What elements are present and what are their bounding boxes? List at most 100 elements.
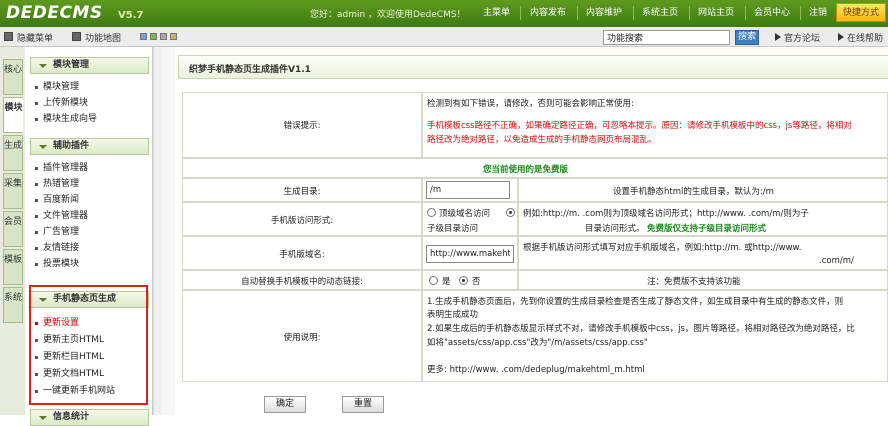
opt-top-domain-label: 顶级域名访问 bbox=[439, 209, 491, 219]
function-search-input[interactable] bbox=[603, 30, 730, 45]
toolbar: 隐藏菜单 功能地图 搜索 官方论坛 在线帮助 bbox=[0, 27, 888, 47]
opt-sub-dir-label: 子级目录访问 bbox=[427, 224, 479, 234]
auto-yes-label: 是 bbox=[442, 277, 451, 287]
tab-module[interactable]: 模块 bbox=[3, 97, 23, 133]
section-module-manage[interactable]: 模块管理 bbox=[30, 57, 149, 74]
usage-label: 使用说明: bbox=[283, 333, 321, 343]
sidebar-scrollbar[interactable] bbox=[153, 47, 161, 415]
welcome-text: 您好：admin ，欢迎使用DedeCMS！ bbox=[310, 10, 466, 20]
site-map-icon[interactable] bbox=[72, 32, 81, 41]
sidebar-item-baidu-news[interactable]: 百度新闻 bbox=[33, 193, 79, 207]
nav-site-home[interactable]: 网站主页 bbox=[695, 5, 737, 21]
section-plugins[interactable]: 辅助插件 bbox=[30, 138, 149, 155]
tab-template[interactable]: 模板 bbox=[3, 249, 23, 285]
hide-menu-icon[interactable] bbox=[4, 32, 13, 41]
hide-menu-link[interactable]: 隐藏菜单 bbox=[17, 31, 53, 44]
gen-dir-desc-cell: 设置手机静态html的生成目录，默认为:/m bbox=[518, 178, 888, 202]
auto-desc: 注：免费版不支持该功能 bbox=[647, 277, 741, 287]
nav-member-center[interactable]: 会员中心 bbox=[751, 5, 793, 21]
confirm-button[interactable]: 确定 bbox=[264, 396, 306, 413]
sidebar-item-module-manage[interactable]: 模块管理 bbox=[33, 80, 79, 94]
forum-arrow-icon bbox=[775, 33, 781, 41]
skin-green-icon[interactable] bbox=[150, 33, 157, 40]
page-title: 织梦手机静态页生成插件V1.1 bbox=[189, 65, 311, 75]
usage-line-2: 表明生成成功 bbox=[427, 310, 479, 320]
usage-line-3: 2.如果生成后的手机静态版显示样式不对，请修改手机模板中css，js，图片等路径… bbox=[427, 324, 855, 334]
auto-label: 自动替换手机模板中的动态链接: bbox=[241, 277, 363, 287]
tab-core[interactable]: 核心 bbox=[3, 59, 23, 95]
nav-content-maintain[interactable]: 内容维护 bbox=[583, 5, 625, 21]
auto-no-label: 否 bbox=[472, 277, 481, 287]
free-notice-row: 您当前使用的是免费版 bbox=[182, 158, 888, 178]
sidebar-item-vote-module[interactable]: 投票模块 bbox=[33, 257, 79, 271]
sidebar-item-plugin-manager[interactable]: 插件管理器 bbox=[33, 161, 88, 175]
reset-button[interactable]: 重置 bbox=[342, 396, 384, 413]
gen-dir-input-cell bbox=[422, 178, 518, 202]
skin-orange-icon[interactable] bbox=[170, 33, 177, 40]
quick-access-button[interactable]: 快捷方式 bbox=[836, 3, 886, 22]
gen-dir-label: 生成目录: bbox=[283, 187, 321, 197]
sidebar-item-ad-manage[interactable]: 广告管理 bbox=[33, 225, 79, 239]
tab-member[interactable]: 会员 bbox=[3, 211, 23, 247]
usage-more-link[interactable]: 更多: http://www. .com/dedeplug/makehtml_m… bbox=[427, 363, 645, 375]
gen-dir-desc: 设置手机静态html的生成目录，默认为:/m bbox=[613, 187, 774, 197]
error-content-cell: 检测到有如下错误，请修改，否则可能会影响正常使用: 手机模板css路径不正确，如… bbox=[422, 92, 888, 158]
access-label-cell: 手机版访问形式: bbox=[182, 202, 422, 236]
access-label: 手机版访问形式: bbox=[270, 216, 334, 226]
main-title-bar: 织梦手机静态页生成插件V1.1 bbox=[178, 55, 888, 79]
radio-auto-no[interactable] bbox=[459, 276, 468, 285]
domain-desc-2: .com/m/ bbox=[819, 256, 854, 266]
sidebar-item-friend-links[interactable]: 友情链接 bbox=[33, 241, 79, 255]
error-label-cell: 错误提示: bbox=[182, 92, 422, 158]
nav-content-publish[interactable]: 内容发布 bbox=[527, 5, 569, 21]
domain-desc-cell: 根据手机版访问形式填写对应手机版域名，例如:http://m. 或http://… bbox=[518, 236, 888, 270]
site-map-link[interactable]: 功能地图 bbox=[85, 31, 121, 44]
version-label: V5.7 bbox=[118, 10, 144, 21]
tab-collect[interactable]: 采集 bbox=[3, 173, 23, 209]
usage-line-1: 1.生成手机静态页面后，先到你设置的生成目录检查是否生成了静态文件，如生成目录中… bbox=[427, 297, 844, 307]
top-header: DEDECMS V5.7 您好：admin ，欢迎使用DedeCMS！ 主菜单 … bbox=[0, 0, 888, 27]
domain-input[interactable] bbox=[426, 245, 514, 263]
sidebar-item-error-manage[interactable]: 热错管理 bbox=[33, 177, 79, 191]
access-desc-1: 例如:http://m. .com则为顶级域名访问形式；http://www. … bbox=[523, 209, 809, 219]
error-label: 错误提示: bbox=[283, 121, 321, 131]
vertical-tabs: 核心 模块 生成 采集 会员 模板 系统 bbox=[0, 47, 25, 415]
auto-desc-cell: 注：免费版不支持该功能 bbox=[518, 270, 888, 290]
usage-line-4: 如将"assets/css/app.css"改为"/m/assets/css/a… bbox=[427, 338, 648, 348]
skin-gray-icon[interactable] bbox=[160, 33, 167, 40]
radio-auto-yes[interactable] bbox=[429, 276, 438, 285]
tab-generate[interactable]: 生成 bbox=[3, 135, 23, 171]
nav-system-home[interactable]: 系统主页 bbox=[639, 5, 681, 21]
sidebar-item-module-wizard[interactable]: 模块生成向导 bbox=[33, 112, 97, 126]
radio-sub-dir[interactable] bbox=[506, 208, 515, 217]
free-notice: 您当前使用的是免费版 bbox=[483, 165, 569, 175]
sidebar-item-file-manager[interactable]: 文件管理器 bbox=[33, 209, 88, 223]
nav-main-menu[interactable]: 主菜单 bbox=[480, 5, 513, 21]
radio-top-domain[interactable] bbox=[427, 208, 436, 217]
access-options-cell: 顶级域名访问 子级目录访问 bbox=[422, 202, 518, 236]
chevron-down-icon bbox=[39, 145, 47, 149]
error-line-2: 手机模板css路径不正确，如果确定路径正确，可忽略本提示。原因：请修改手机模板中… bbox=[427, 121, 852, 131]
highlight-box bbox=[29, 285, 148, 405]
nav-logout[interactable]: 注销 bbox=[806, 5, 830, 21]
chevron-down-icon bbox=[39, 64, 47, 68]
access-desc-cell: 例如:http://m. .com则为顶级域名访问形式；http://www. … bbox=[518, 202, 888, 236]
domain-label-cell: 手机版域名: bbox=[182, 236, 422, 270]
gen-dir-input[interactable] bbox=[426, 181, 510, 199]
skin-blue-icon[interactable] bbox=[140, 33, 147, 40]
gen-dir-label-cell: 生成目录: bbox=[182, 178, 422, 202]
domain-desc-1: 根据手机版访问形式填写对应手机版域名，例如:http://m. 或http://… bbox=[523, 243, 802, 253]
search-button[interactable]: 搜索 bbox=[735, 30, 759, 45]
online-help-link[interactable]: 在线帮助 bbox=[847, 31, 883, 44]
official-forum-link[interactable]: 官方论坛 bbox=[784, 31, 820, 44]
usage-label-cell: 使用说明: bbox=[182, 290, 422, 382]
tab-system[interactable]: 系统 bbox=[3, 287, 23, 323]
sidebar-item-upload-module[interactable]: 上传新模块 bbox=[33, 96, 88, 110]
logo: DEDECMS bbox=[6, 3, 103, 23]
usage-content-cell: 1.生成手机静态页面后，先到你设置的生成目录检查是否生成了静态文件，如生成目录中… bbox=[422, 290, 888, 382]
section-statistics[interactable]: 信息统计 bbox=[30, 409, 149, 426]
auto-options-cell: 是 否 bbox=[422, 270, 518, 290]
chevron-down-icon bbox=[39, 416, 47, 420]
access-desc-2b: 免费版仅支持子级目录访问形式 bbox=[647, 224, 767, 234]
error-line-1: 检测到有如下错误，请修改，否则可能会影响正常使用: bbox=[427, 99, 634, 109]
